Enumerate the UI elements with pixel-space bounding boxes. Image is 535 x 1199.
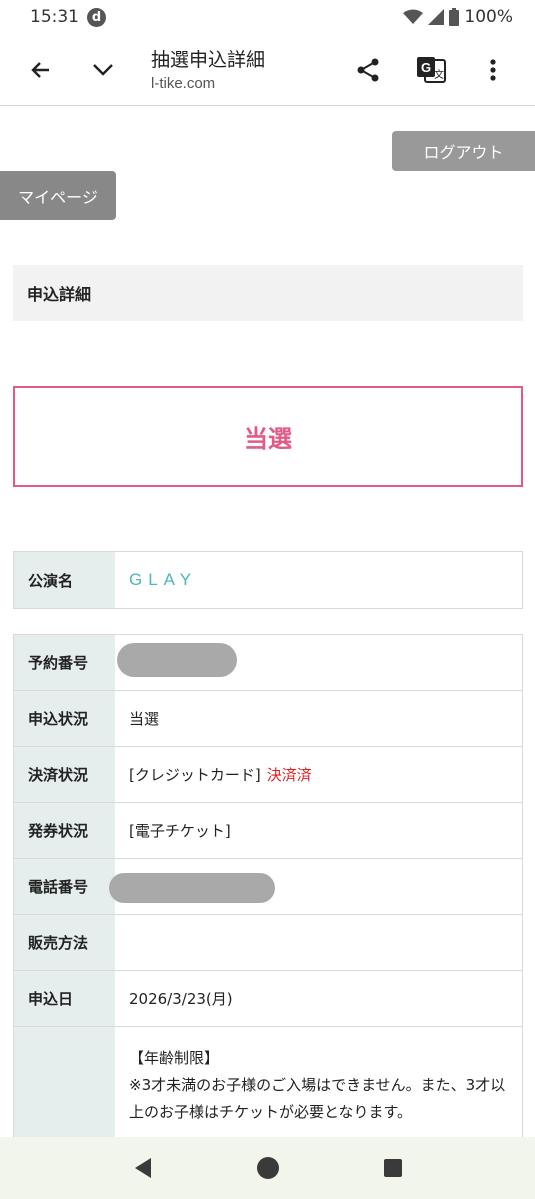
back-button[interactable] — [21, 50, 61, 90]
phone-number-label: 電話番号 — [14, 859, 115, 914]
page-url: l-tike.com — [151, 75, 216, 92]
sales-method-label: 販売方法 — [14, 915, 115, 970]
ticketing-status-value: [電子チケット] — [129, 822, 231, 840]
performance-table: 公演名 GLAY — [13, 551, 523, 609]
share-button[interactable] — [348, 50, 388, 90]
translate-button[interactable]: G 文 — [411, 50, 451, 90]
redaction-mark — [109, 873, 275, 903]
application-date-value: 2026/3/23(月) — [129, 990, 233, 1008]
table-row: 決済状況 [クレジットカード] 決済済 — [14, 747, 522, 803]
details-table: 予約番号 申込状況 当選 決済状況 [クレジットカード] 決済済 発券状況 [電… — [13, 634, 523, 1168]
svg-text:G: G — [421, 60, 431, 75]
table-row: 申込状況 当選 — [14, 691, 522, 747]
table-row: 販売方法 — [14, 915, 522, 971]
collapse-button[interactable] — [83, 50, 123, 90]
application-date-label: 申込日 — [14, 971, 115, 1026]
section-header: 申込詳細 — [13, 265, 523, 321]
page-title: 抽選申込詳細 — [151, 49, 266, 71]
status-bar: 15:31 d 100% — [0, 0, 535, 34]
nav-home-button[interactable] — [244, 1144, 292, 1192]
redaction-mark — [117, 643, 237, 677]
reservation-number-label: 予約番号 — [14, 635, 115, 690]
nav-back-button[interactable] — [119, 1144, 167, 1192]
arrow-left-icon — [31, 62, 49, 78]
svg-text:文: 文 — [434, 68, 444, 81]
ticketing-status-label: 発券状況 — [14, 803, 115, 858]
age-restriction-title: 【年齢制限】 — [129, 1049, 220, 1067]
reservation-number-value — [115, 635, 522, 690]
carrier-d-icon: d — [87, 7, 106, 27]
table-row: 公演名 GLAY — [14, 552, 522, 608]
triangle-back-icon — [134, 1158, 151, 1178]
lottery-result: 当選 — [244, 425, 292, 453]
age-restriction-text: ※3才未満のお子様のご入場はできません。また、3才以上のお子様はチケットが必要と… — [129, 1076, 506, 1121]
translate-icon: G 文 — [417, 57, 446, 83]
signal-icon — [428, 9, 445, 25]
table-row: 予約番号 — [14, 635, 522, 691]
menu-button[interactable] — [473, 50, 513, 90]
application-status-value: 当選 — [129, 710, 160, 728]
performance-name: GLAY — [129, 570, 198, 589]
payment-method: [クレジットカード] — [129, 766, 261, 784]
application-status-label: 申込状況 — [14, 691, 115, 746]
browser-toolbar: 抽選申込詳細 l-tike.com G 文 — [0, 34, 535, 106]
phone-number-value — [109, 859, 522, 914]
mypage-button[interactable]: マイページ — [0, 171, 116, 220]
share-icon — [357, 58, 379, 82]
table-row: 発券状況 [電子チケット] — [14, 803, 522, 859]
more-vert-icon — [490, 59, 496, 81]
nav-recents-button[interactable] — [369, 1144, 417, 1192]
table-row: 申込日 2026/3/23(月) — [14, 971, 522, 1027]
performance-label: 公演名 — [14, 552, 115, 608]
payment-status: 決済済 — [266, 766, 312, 784]
system-nav-bar — [0, 1137, 535, 1199]
battery-level: 100% — [464, 7, 513, 27]
wifi-icon — [403, 9, 424, 24]
payment-status-label: 決済状況 — [14, 747, 115, 802]
clock: 15:31 — [30, 7, 79, 27]
lottery-result-box: 当選 — [13, 386, 523, 487]
chevron-down-icon — [93, 64, 113, 76]
battery-icon — [449, 8, 460, 26]
table-row: 電話番号 — [14, 859, 522, 915]
logout-button[interactable]: ログアウト — [392, 131, 535, 171]
square-recents-icon — [383, 1159, 402, 1177]
circle-home-icon — [256, 1157, 279, 1179]
